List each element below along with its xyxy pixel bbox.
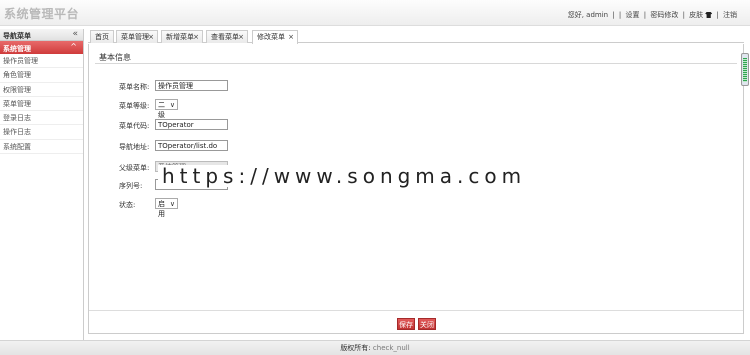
tab-view-menu[interactable]: 查看菜单 × xyxy=(206,30,248,43)
side-scroll-widget[interactable] xyxy=(741,53,749,86)
chevron-down-icon: ∨ xyxy=(169,101,175,109)
sidebar-item-login-log[interactable]: 登录日志 xyxy=(0,111,83,126)
form-actions: 保存 关闭 xyxy=(89,310,743,330)
copyright-value: check_null xyxy=(372,344,410,352)
close-icon[interactable]: × xyxy=(238,31,244,43)
sidebar-item-operators[interactable]: 操作员管理 xyxy=(0,54,83,69)
sidebar-item-operation-log[interactable]: 操作日志 xyxy=(0,125,83,140)
top-bar: 系统管理平台 您好, admin | | 设置 | 密码修改 | 皮肤 | 注销 xyxy=(0,0,750,26)
select-value: 启用 xyxy=(158,200,165,218)
field-label: 序列号: xyxy=(119,182,143,190)
greeting-text: 您好, admin xyxy=(567,11,609,19)
menu-code-input[interactable]: TOperator xyxy=(155,119,228,130)
tab-label: 首页 xyxy=(95,33,109,41)
sidebar-header: 导航菜单 « xyxy=(0,29,83,41)
collapse-sidebar-icon[interactable]: « xyxy=(72,29,78,39)
logout-link[interactable]: 注销 xyxy=(723,11,737,19)
sidebar-item-permissions[interactable]: 权限管理 xyxy=(0,83,83,97)
tab-label: 查看菜单 xyxy=(211,33,239,41)
save-button[interactable]: 保存 xyxy=(397,318,415,330)
scroll-indicator xyxy=(743,58,747,82)
tab-label: 菜单管理 xyxy=(121,33,149,41)
chevron-down-icon: ∨ xyxy=(169,200,175,208)
sidebar-group-system[interactable]: 系统管理 ^ xyxy=(0,41,83,54)
close-button[interactable]: 关闭 xyxy=(418,318,436,330)
edit-menu-panel: 基本信息 菜单名称: 操作员管理 菜单等级: 二级 ∨ 菜单代码: TOpera… xyxy=(88,44,744,334)
copyright-label: 版权所有: xyxy=(340,344,371,352)
close-icon[interactable]: × xyxy=(288,31,294,43)
app-title: 系统管理平台 xyxy=(4,7,80,21)
field-label: 菜单代码: xyxy=(119,122,150,130)
tshirt-icon[interactable] xyxy=(705,12,713,18)
skin-link[interactable]: 皮肤 xyxy=(689,11,703,19)
sidebar: 导航菜单 « 系统管理 ^ 操作员管理 角色管理 权限管理 菜单管理 登录日志 … xyxy=(0,29,84,340)
menu-name-input[interactable]: 操作员管理 xyxy=(155,80,228,91)
tab-label: 修改菜单 xyxy=(257,33,285,41)
chevron-up-icon[interactable]: ^ xyxy=(70,42,77,51)
change-password-link[interactable]: 密码修改 xyxy=(650,11,678,19)
tab-edit-menu[interactable]: 修改菜单 × xyxy=(252,30,298,44)
tab-menu-management[interactable]: 菜单管理 × xyxy=(116,30,158,43)
status-select[interactable]: 启用 ∨ xyxy=(155,198,178,218)
select-value: 二级 xyxy=(158,101,165,119)
sidebar-item-menus[interactable]: 菜单管理 xyxy=(0,97,83,112)
user-bar: 您好, admin | | 设置 | 密码修改 | 皮肤 | 注销 xyxy=(567,10,738,20)
section-divider xyxy=(95,63,737,64)
field-label: 导航地址: xyxy=(119,143,150,151)
close-icon[interactable]: × xyxy=(193,31,199,43)
separator: | xyxy=(682,11,685,19)
sidebar-title: 导航菜单 xyxy=(3,32,31,40)
sidebar-item-system-config[interactable]: 系统配置 xyxy=(0,140,83,155)
sidebar-group-label: 系统管理 xyxy=(3,45,31,53)
tab-add-menu[interactable]: 新增菜单 × xyxy=(161,30,203,43)
separator: | xyxy=(643,11,647,19)
field-label: 状态: xyxy=(119,201,136,209)
separator: | xyxy=(618,11,622,19)
separator: | xyxy=(612,11,615,19)
field-label: 菜单名称: xyxy=(119,83,150,91)
footer: 版权所有: check_null xyxy=(0,340,750,355)
field-label: 父级菜单: xyxy=(119,164,150,172)
settings-link[interactable]: 设置 xyxy=(626,11,640,19)
tab-bar: 首页 菜单管理 × 新增菜单 × 查看菜单 × 修改菜单 × xyxy=(88,29,744,44)
tab-home[interactable]: 首页 xyxy=(90,30,114,43)
close-icon[interactable]: × xyxy=(148,31,154,43)
watermark-overlay: https://www.songma.com xyxy=(158,165,606,187)
tab-label: 新增菜单 xyxy=(166,33,194,41)
nav-url-input[interactable]: TOperator/list.do xyxy=(155,140,228,151)
menu-level-select[interactable]: 二级 ∨ xyxy=(155,99,178,119)
separator: | xyxy=(716,11,719,19)
section-title: 基本信息 xyxy=(99,53,131,62)
sidebar-item-roles[interactable]: 角色管理 xyxy=(0,68,83,83)
field-label: 菜单等级: xyxy=(119,102,150,110)
